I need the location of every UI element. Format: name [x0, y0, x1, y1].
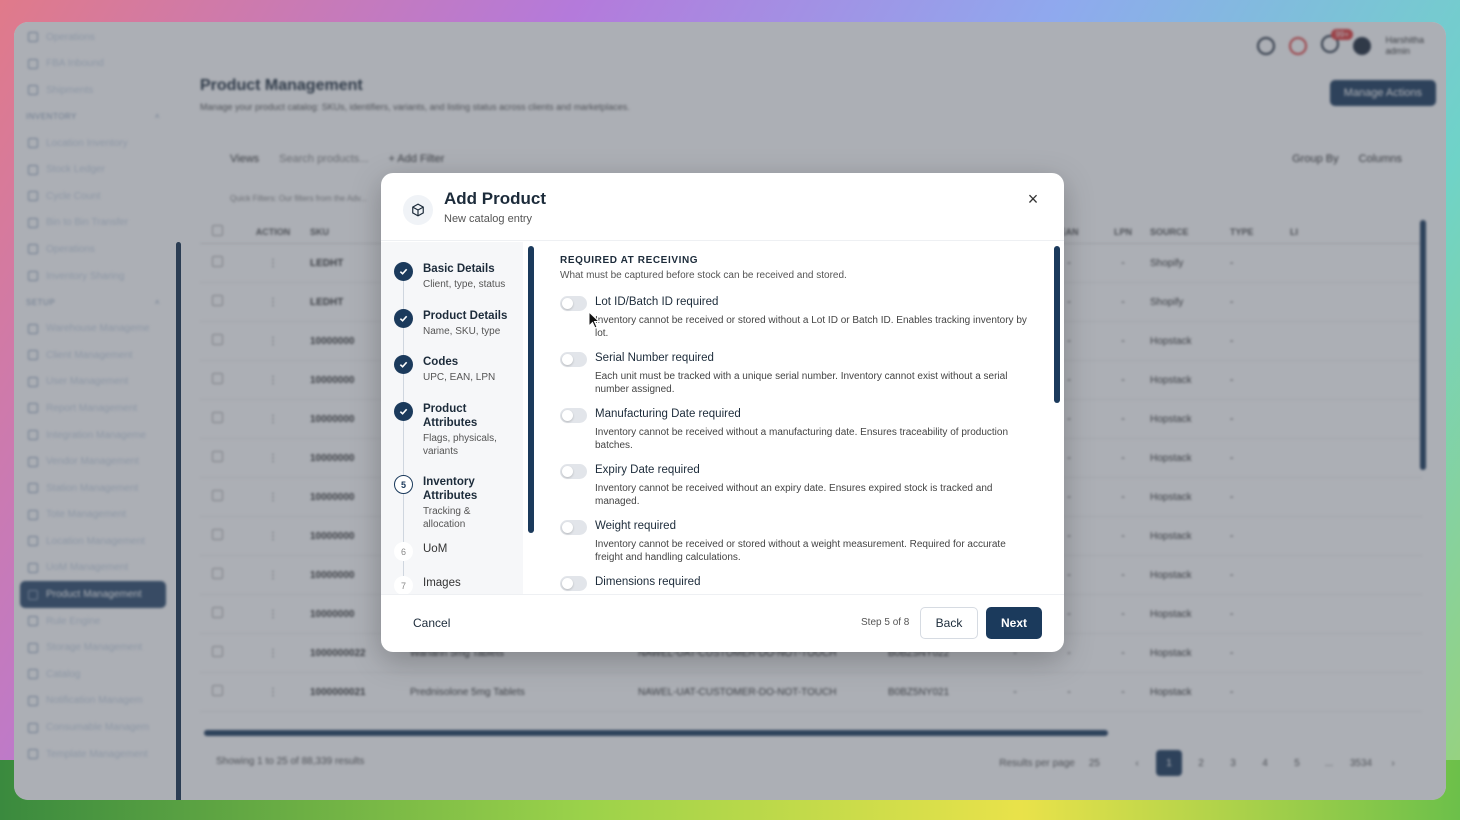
- option-description: Inventory cannot be received without a m…: [595, 427, 1009, 451]
- step-indicator: Step 5 of 8: [861, 617, 910, 628]
- option-description: Inventory cannot be received or stored w…: [595, 539, 1006, 563]
- step-item[interactable]: Product Attributes Flags, physicals, vari…: [394, 402, 509, 458]
- step-item[interactable]: Codes UPC, EAN, LPN: [394, 355, 509, 384]
- step-connector: [403, 281, 404, 309]
- close-icon[interactable]: ×: [1024, 190, 1042, 208]
- option-description: Inventory cannot be received without an …: [595, 483, 993, 507]
- step-item[interactable]: Product Details Name, SKU, type: [394, 309, 509, 338]
- modal-title: Add Product: [444, 189, 546, 208]
- option-label: Manufacturing Date required: [595, 408, 741, 420]
- step-text: Product Attributes Flags, physicals, vari…: [423, 402, 509, 458]
- step-sublabel: Client, type, status: [423, 279, 506, 290]
- cancel-button[interactable]: Cancel: [413, 616, 450, 630]
- step-item[interactable]: 6 UoM: [394, 542, 509, 561]
- option-description: Inventory cannot be received or stored w…: [595, 315, 1027, 339]
- steps-scrollbar[interactable]: [528, 246, 534, 533]
- step-item[interactable]: 5 Inventory Attributes Tracking & allocati…: [394, 475, 509, 531]
- add-product-modal: Add Product New catalog entry × Basic De…: [381, 173, 1064, 652]
- step-content: REQUIRED AT RECEIVING What must be captu…: [560, 255, 1040, 593]
- step-label: Images: [423, 577, 461, 589]
- step-label: Product Attributes: [423, 403, 478, 429]
- content-scrollbar[interactable]: [1054, 246, 1060, 403]
- step-sublabel: Name, SKU, type: [423, 326, 501, 337]
- toggle-switch[interactable]: [560, 520, 587, 535]
- check-icon: [394, 309, 413, 328]
- modal-header: Add Product New catalog entry ×: [381, 173, 1064, 241]
- option-label: Serial Number required: [595, 352, 714, 364]
- step-connector: [403, 561, 404, 576]
- toggle-switch[interactable]: [560, 464, 587, 479]
- modal-subtitle: New catalog entry: [444, 213, 533, 225]
- option-label: Dimensions required: [595, 576, 701, 588]
- step-text: Inventory Attributes Tracking & allocatio…: [423, 475, 509, 531]
- back-button[interactable]: Back: [920, 607, 978, 639]
- check-icon: [394, 355, 413, 374]
- next-button[interactable]: Next: [986, 607, 1042, 639]
- modal-footer: Cancel Step 5 of 8 Back Next: [381, 594, 1064, 652]
- toggle-switch[interactable]: [560, 352, 587, 367]
- step-connector: [403, 494, 404, 542]
- option-label: Weight required: [595, 520, 676, 532]
- section-subtitle: What must be captured before stock can b…: [560, 270, 847, 281]
- check-icon: [394, 262, 413, 281]
- step-sublabel: Flags, physicals, variants: [423, 433, 497, 457]
- step-connector: [403, 421, 404, 475]
- step-number: 7: [394, 576, 413, 594]
- toggle-switch[interactable]: [560, 296, 587, 311]
- step-navigator: Basic Details Client, type, status Product…: [381, 242, 523, 594]
- step-text: UoM: [423, 542, 509, 561]
- step-text: Product Details Name, SKU, type: [423, 309, 509, 338]
- step-number: 6: [394, 542, 413, 561]
- step-number: 5: [394, 475, 413, 494]
- step-text: Basic Details Client, type, status: [423, 262, 509, 291]
- step-sublabel: UPC, EAN, LPN: [423, 372, 496, 383]
- mouse-cursor-icon: [588, 311, 600, 329]
- step-text: Codes UPC, EAN, LPN: [423, 355, 509, 384]
- option-description: Each unit must be tracked with a unique …: [595, 371, 1008, 395]
- step-connector: [403, 328, 404, 355]
- option-label: Expiry Date required: [595, 464, 700, 476]
- step-label: Inventory Attributes: [423, 476, 478, 502]
- step-label: Product Details: [423, 310, 508, 322]
- step-label: UoM: [423, 543, 448, 555]
- toggle-switch[interactable]: [560, 576, 587, 591]
- step-item[interactable]: 7 Images: [394, 576, 509, 594]
- step-item[interactable]: Basic Details Client, type, status: [394, 262, 509, 291]
- step-label: Codes: [423, 356, 459, 368]
- option-label: Lot ID/Batch ID required: [595, 296, 719, 308]
- step-label: Basic Details: [423, 263, 495, 275]
- section-title: REQUIRED AT RECEIVING: [560, 255, 699, 266]
- step-text: Images: [423, 576, 509, 594]
- check-icon: [394, 402, 413, 421]
- toggle-switch[interactable]: [560, 408, 587, 423]
- step-connector: [403, 374, 404, 402]
- cube-icon: [403, 195, 433, 225]
- step-sublabel: Tracking & allocation: [423, 506, 471, 530]
